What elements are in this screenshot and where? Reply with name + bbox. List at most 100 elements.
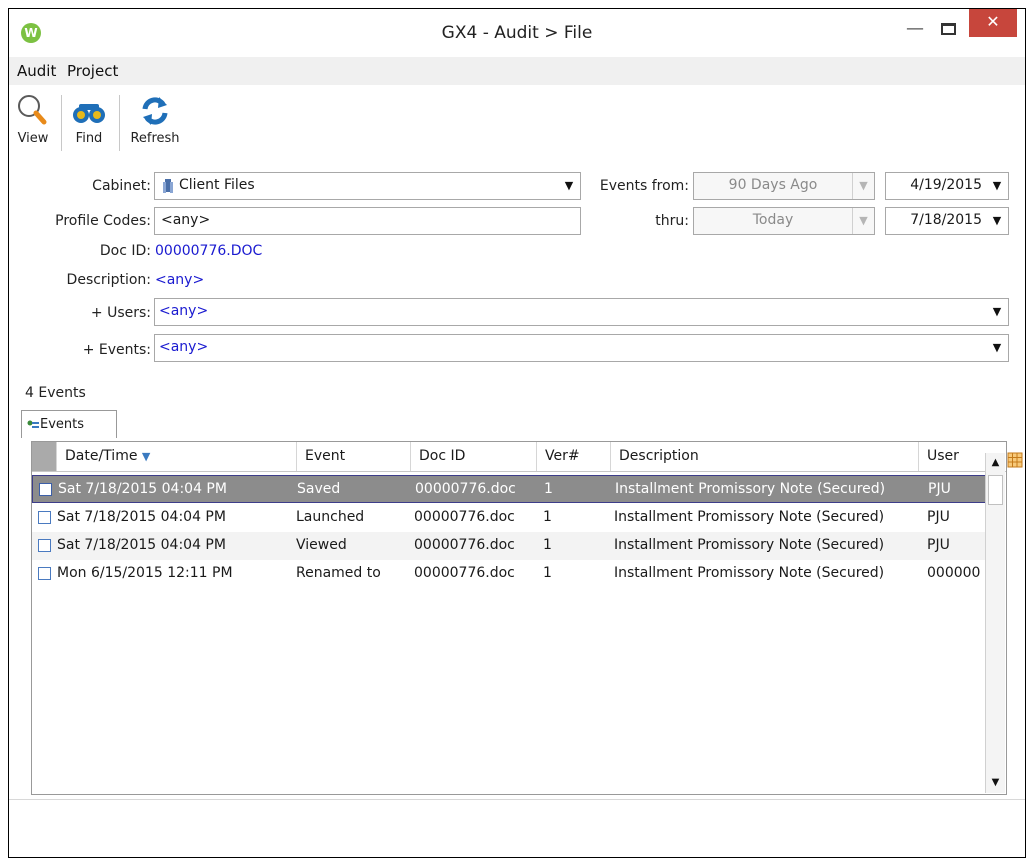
row-checkbox[interactable] — [39, 483, 52, 496]
chevron-down-icon: ▼ — [992, 214, 1002, 227]
chevron-down-icon: ▼ — [992, 179, 1002, 192]
events-from-preset-dropdown: 90 Days Ago ▼ — [693, 172, 875, 200]
event-count-number: 4 — [25, 385, 34, 401]
view-label: View — [17, 131, 49, 146]
menu-audit[interactable]: Audit — [17, 62, 56, 80]
thru-date-value: 7/18/2015 — [910, 212, 982, 228]
cell-ver: 1 — [543, 537, 552, 553]
minimize-button[interactable]: — — [903, 19, 927, 43]
row-checkbox[interactable] — [38, 511, 51, 524]
table-row[interactable]: Mon 6/15/2015 12:11 PM Renamed to 000007… — [32, 560, 998, 588]
find-label: Find — [75, 131, 103, 146]
grid-corner — [32, 442, 56, 471]
column-header-event[interactable]: Event — [296, 442, 410, 471]
toolbar-divider — [61, 95, 62, 151]
doc-id-value[interactable]: 00000776.DOC — [155, 243, 262, 259]
thru-label: thru: — [655, 213, 689, 229]
cell-doc-id: 00000776.doc — [414, 565, 515, 581]
title-bar: W GX4 - Audit > File — ✕ — [9, 9, 1025, 57]
cell-datetime: Sat 7/18/2015 04:04 PM — [58, 481, 227, 497]
close-button[interactable]: ✕ — [969, 9, 1017, 37]
column-header-ver[interactable]: Ver# — [536, 442, 610, 471]
events-tab-icon — [27, 419, 39, 429]
cell-ver: 1 — [543, 509, 552, 525]
row-checkbox[interactable] — [38, 539, 51, 552]
events-grid: Date/Time ▼ Event Doc ID Ver# Descriptio… — [31, 441, 1007, 795]
find-button[interactable]: Find — [65, 91, 113, 153]
tab-events[interactable]: Events — [21, 410, 117, 438]
events-value: <any> — [159, 339, 209, 355]
column-label: Date/Time — [65, 448, 138, 464]
window-title: GX4 - Audit > File — [441, 23, 593, 43]
thru-date-picker[interactable]: 7/18/2015 ▼ — [885, 207, 1009, 235]
table-row[interactable]: Sat 7/18/2015 04:04 PM Viewed 00000776.d… — [32, 532, 998, 560]
scroll-down-icon[interactable]: ▼ — [986, 773, 1005, 793]
users-label[interactable]: + Users: — [29, 305, 151, 321]
column-header-description[interactable]: Description — [610, 442, 918, 471]
grid-settings-icon[interactable] — [1007, 452, 1023, 468]
cabinet-value: Client Files — [179, 177, 255, 193]
cell-description: Installment Promissory Note (Secured) — [614, 509, 885, 525]
row-checkbox[interactable] — [38, 567, 51, 580]
cabinet-icon — [161, 178, 175, 198]
chevron-down-icon: ▼ — [564, 179, 574, 192]
users-value: <any> — [159, 303, 209, 319]
tab-events-label: Events — [40, 417, 85, 432]
description-label: Description: — [66, 272, 151, 288]
grid-header: Date/Time ▼ Event Doc ID Ver# Descriptio… — [32, 442, 1006, 472]
cabinet-dropdown[interactable]: Client Files ▼ — [154, 172, 581, 200]
events-from-date-picker[interactable]: 4/19/2015 ▼ — [885, 172, 1009, 200]
cell-description: Installment Promissory Note (Secured) — [614, 537, 885, 553]
binoculars-icon — [65, 91, 113, 129]
cell-event: Viewed — [296, 537, 347, 553]
column-header-datetime[interactable]: Date/Time ▼ — [56, 442, 296, 471]
maximize-button[interactable] — [939, 21, 959, 39]
events-from-label: Events from: — [599, 178, 689, 194]
magnifier-icon — [13, 91, 53, 129]
scroll-thumb[interactable] — [988, 475, 1003, 505]
refresh-icon — [125, 91, 185, 129]
menu-bar: Audit Project — [9, 57, 1025, 85]
description-value[interactable]: <any> — [155, 272, 204, 288]
cell-user: PJU — [928, 481, 951, 497]
scroll-up-icon[interactable]: ▲ — [986, 453, 1005, 473]
cell-doc-id: 00000776.doc — [414, 537, 515, 553]
table-row[interactable]: Sat 7/18/2015 04:04 PM Saved 00000776.do… — [32, 475, 998, 503]
chevron-down-icon: ▼ — [852, 173, 874, 199]
users-dropdown[interactable]: <any> ▼ — [154, 298, 1009, 326]
toolbar-divider — [119, 95, 120, 151]
thru-preset-dropdown: Today ▼ — [693, 207, 875, 235]
profile-codes-input[interactable]: <any> — [154, 207, 581, 235]
cell-doc-id: 00000776.doc — [414, 509, 515, 525]
cell-event: Renamed to — [296, 565, 381, 581]
events-dropdown[interactable]: <any> ▼ — [154, 334, 1009, 362]
cell-description: Installment Promissory Note (Secured) — [615, 481, 886, 497]
profile-codes-value: <any> — [161, 212, 211, 228]
events-from-preset-value: 90 Days Ago — [728, 177, 818, 193]
grid-scrollbar[interactable]: ▲ ▼ — [985, 453, 1005, 793]
chevron-down-icon: ▼ — [852, 208, 874, 234]
cell-event: Saved — [297, 481, 341, 497]
chevron-down-icon: ▼ — [992, 305, 1002, 318]
toolbar: View Find Refresh — [9, 87, 1025, 157]
cell-user: PJU — [927, 509, 950, 525]
event-count: 4 Events — [25, 385, 86, 401]
menu-project[interactable]: Project — [67, 62, 118, 80]
events-from-date-value: 4/19/2015 — [910, 177, 982, 193]
cell-user: 000000 — [927, 565, 981, 581]
cell-description: Installment Promissory Note (Secured) — [614, 565, 885, 581]
events-filter-label[interactable]: + Events: — [29, 342, 151, 358]
cell-user: PJU — [927, 537, 950, 553]
chevron-down-icon: ▼ — [992, 341, 1002, 354]
cell-ver: 1 — [543, 565, 552, 581]
table-row[interactable]: Sat 7/18/2015 04:04 PM Launched 00000776… — [32, 504, 998, 532]
event-count-suffix: Events — [38, 385, 86, 401]
cell-ver: 1 — [544, 481, 553, 497]
thru-preset-value: Today — [752, 212, 794, 228]
cell-event: Launched — [296, 509, 365, 525]
refresh-button[interactable]: Refresh — [125, 91, 185, 153]
column-header-doc-id[interactable]: Doc ID — [410, 442, 536, 471]
view-button[interactable]: View — [13, 91, 53, 153]
doc-id-label: Doc ID: — [99, 243, 151, 259]
sort-desc-icon: ▼ — [141, 450, 151, 463]
